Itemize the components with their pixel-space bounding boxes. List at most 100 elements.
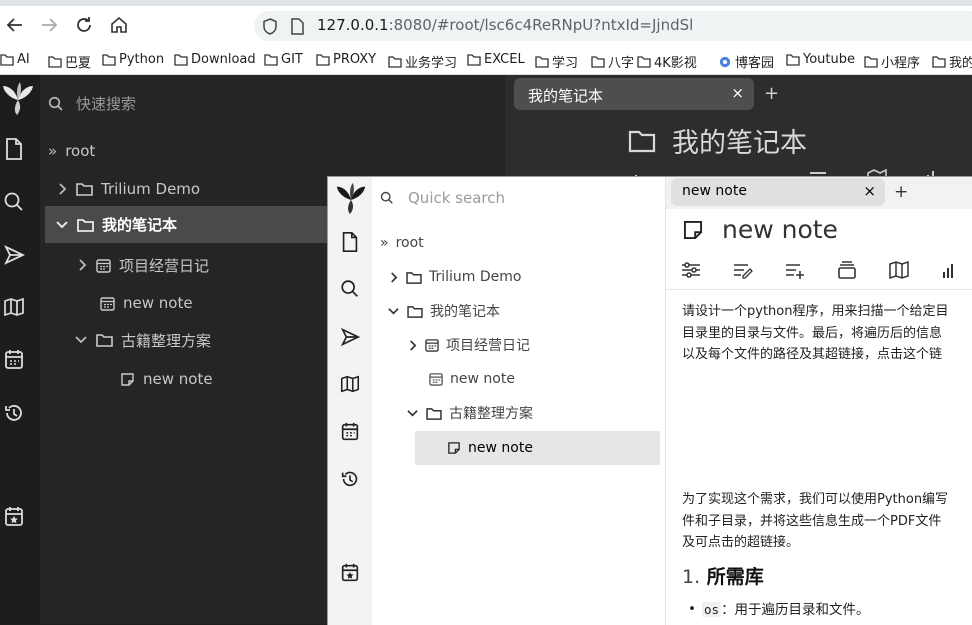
bookmark-item[interactable]: 4K影视: [637, 52, 697, 71]
reload-button[interactable]: [73, 14, 95, 36]
forward-button[interactable]: [38, 14, 60, 36]
close-icon[interactable]: ×: [863, 182, 876, 200]
trilium-logo[interactable]: [0, 80, 36, 116]
tree-item-my-notebook[interactable]: 我的笔记本: [45, 206, 330, 243]
jump-to-launcher[interactable]: [3, 243, 25, 267]
chevron-right-icon[interactable]: [56, 182, 68, 196]
calendar-launcher[interactable]: [3, 348, 25, 372]
page-icon: [291, 18, 304, 35]
new-tab-button[interactable]: +: [894, 182, 908, 202]
chevron-right-icon[interactable]: [388, 271, 399, 284]
chevron-down-icon[interactable]: [406, 408, 419, 419]
bookmark-item[interactable]: 业务学习: [388, 52, 457, 71]
bookmark-item[interactable]: 八字: [591, 52, 634, 71]
search-launcher[interactable]: [339, 277, 361, 299]
tree-item-trilium-demo[interactable]: Trilium Demo: [56, 171, 200, 207]
note-info-button[interactable]: [940, 260, 962, 280]
options-button[interactable]: [680, 260, 702, 280]
chevron-down-icon[interactable]: [55, 219, 69, 231]
calendar-icon: [100, 296, 115, 311]
bookmark-item[interactable]: 博客园: [718, 52, 774, 71]
owned-attributes-button[interactable]: [784, 260, 806, 280]
chevron-right-icon[interactable]: [407, 339, 418, 352]
content-line: 为了实现这个需求，我们可以使用Python编写: [682, 492, 949, 507]
chevron-down-icon[interactable]: [74, 334, 88, 346]
tree-item-label: new note: [123, 294, 193, 312]
note-detail-pane: new note × + new note 请设计一个python程序，用来扫描…: [665, 177, 972, 625]
heading-text: 所需库: [706, 566, 764, 588]
new-note-launcher[interactable]: [339, 231, 361, 253]
history-launcher[interactable]: [339, 468, 361, 490]
bookmark-item[interactable]: Python: [102, 52, 164, 67]
file-icon: [6, 138, 22, 160]
note-title-text[interactable]: 我的笔记本: [672, 121, 807, 160]
content-line: 请设计一个python程序，用来扫描一个给定目: [682, 304, 949, 319]
chevron-right-icon[interactable]: [76, 258, 88, 272]
ribbon-divider: [666, 289, 972, 290]
folder-icon: [264, 53, 278, 66]
map-launcher[interactable]: [3, 295, 25, 319]
folder-icon: [467, 53, 481, 66]
tree-item-my-notebook[interactable]: 我的笔记本: [387, 294, 500, 328]
bookmark-item[interactable]: 小程序: [864, 52, 920, 71]
bookmark-label: 巴夏: [65, 56, 92, 71]
tree-item-new-note-active[interactable]: new note: [415, 431, 660, 465]
folder-icon: [174, 53, 188, 66]
trilium-logo-icon: [3, 82, 33, 115]
tree-item-project-diary[interactable]: 项目经营日记: [76, 247, 209, 283]
close-icon[interactable]: ×: [731, 84, 744, 102]
bookmark-item[interactable]: 我的: [932, 52, 972, 71]
folder-icon: [96, 334, 113, 347]
tree-item-new-note-2[interactable]: new note: [120, 361, 213, 397]
jump-to-launcher[interactable]: [339, 326, 361, 348]
sliders-icon: [682, 262, 700, 278]
tree-item-ancient-books[interactable]: 古籍整理方案: [74, 322, 211, 358]
map-launcher[interactable]: [339, 373, 361, 395]
bookmark-item[interactable]: PROXY: [316, 52, 376, 67]
tab-my-notebook[interactable]: 我的笔记本 ×: [514, 78, 754, 110]
bookmark-item[interactable]: 学习: [535, 52, 578, 71]
search-launcher[interactable]: [3, 189, 25, 213]
new-note-launcher[interactable]: [3, 137, 25, 161]
bookmark-item[interactable]: Download: [174, 52, 256, 67]
chevron-down-icon[interactable]: [387, 306, 400, 317]
new-tab-button[interactable]: +: [764, 83, 779, 104]
launcher-bar: [328, 177, 372, 625]
tree-item-new-note[interactable]: new note: [429, 362, 515, 396]
note-title-text[interactable]: new note: [722, 215, 838, 244]
tree-item-root[interactable]: » root: [380, 226, 424, 260]
bookmark-item[interactable]: Youtube: [786, 52, 855, 67]
tree-item-trilium-demo[interactable]: Trilium Demo: [388, 260, 521, 294]
note-title: 我的笔记本: [628, 121, 807, 160]
quick-search[interactable]: Quick search: [380, 189, 505, 207]
note-content[interactable]: 请设计一个python程序，用来扫描一个给定目 目录里的目录与文件。最后，将遍历…: [682, 301, 972, 620]
inherited-attributes-button[interactable]: [836, 260, 858, 280]
quick-search[interactable]: 快速搜索: [48, 93, 136, 114]
history-launcher[interactable]: [3, 401, 25, 425]
search-icon: [48, 96, 63, 111]
note-map-button[interactable]: [888, 260, 910, 280]
tree-item-root[interactable]: » root: [48, 133, 95, 169]
back-button[interactable]: [4, 14, 26, 36]
bookmark-item[interactable]: EXCEL: [467, 52, 525, 67]
home-icon: [111, 16, 127, 33]
calendar-launcher[interactable]: [339, 421, 361, 443]
map-icon: [889, 260, 909, 280]
tab-new-note[interactable]: new note ×: [671, 178, 885, 206]
bookmark-item[interactable]: AI: [0, 52, 30, 67]
trilium-logo[interactable]: [332, 181, 370, 215]
address-bar[interactable]: 127.0.0.1:8080/#root/lsc6c4ReRNpU?ntxId=…: [254, 11, 972, 41]
today-launcher[interactable]: [3, 505, 25, 529]
browser-toolbar: 127.0.0.1:8080/#root/lsc6c4ReRNpU?ntxId=…: [0, 0, 972, 48]
promoted-attributes-button[interactable]: [732, 260, 754, 280]
home-button[interactable]: [108, 14, 130, 36]
tree-item-ancient-books[interactable]: 古籍整理方案: [406, 396, 533, 430]
today-launcher[interactable]: [339, 562, 361, 584]
search-icon: [341, 280, 358, 297]
shield-icon: [263, 18, 277, 35]
tree-item-project-diary[interactable]: 项目经营日记: [407, 328, 530, 362]
bookmark-item[interactable]: 巴夏: [48, 52, 91, 71]
bookmark-label: 我的: [949, 56, 972, 71]
tree-item-new-note[interactable]: new note: [100, 285, 193, 321]
bookmark-item[interactable]: GIT: [264, 52, 303, 67]
